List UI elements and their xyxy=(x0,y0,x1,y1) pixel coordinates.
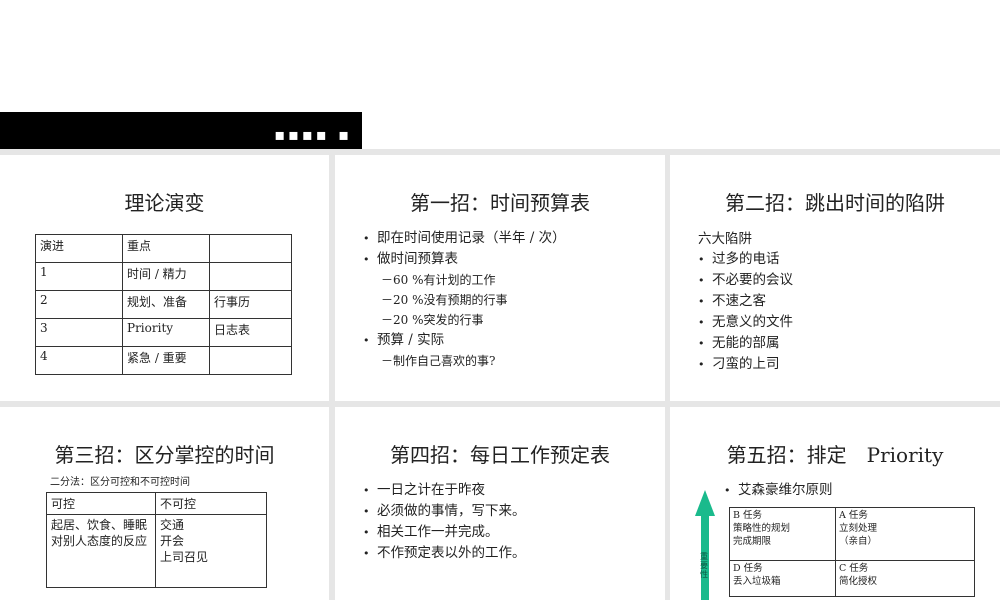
list-item: • 无意义的文件 xyxy=(698,314,793,330)
list-item: • 艾森豪维尔原则 xyxy=(724,482,833,498)
slide-title: 第三招：区分掌控的时间 xyxy=(54,443,275,467)
table-cell: 日志表 xyxy=(209,318,292,347)
bullet-list: • 艾森豪维尔原则 xyxy=(724,480,833,501)
list-item: • 不必要的会议 xyxy=(698,272,793,288)
list-item: • 不速之客 xyxy=(698,293,766,309)
importance-arrow-icon xyxy=(695,490,715,600)
table-cell: 紧急 / 重要 xyxy=(122,346,210,375)
table-cell: 行事历 xyxy=(209,290,292,319)
slide-theory-evolution[interactable]: 理论演变 演进 重点 1 时间 / 精力 2 规划、准备 行事历 3 Priority 日志表 4 紧… xyxy=(0,155,329,401)
header-white-area xyxy=(362,112,1000,149)
slide-time-budget[interactable]: 第一招：时间预算表 • 即在时间使用记录（半年 / 次） • 做时间预算表 －60 … xyxy=(335,155,665,401)
header-black-bar: ▪▪▪▪ ▪ xyxy=(0,112,362,149)
table-cell: 演进 xyxy=(35,234,123,263)
sub-item: －20 %没有预期的行事 xyxy=(381,293,508,307)
table-cell xyxy=(209,234,292,263)
traps-heading: 六大陷阱 xyxy=(698,231,752,247)
table-cell xyxy=(209,346,292,375)
controllable-cell: 起居、饮食、睡眠 对别人态度的反应 xyxy=(46,514,156,588)
table-cell: 规划、准备 xyxy=(122,290,210,319)
slide-time-traps[interactable]: 第二招：跳出时间的陷阱 六大陷阱 • 过多的电话 • 不必要的会议 • 不速之客 • 无意义的… xyxy=(670,155,1000,401)
slide-title: 第二招：跳出时间的陷阱 xyxy=(725,191,945,215)
list-item: • 无能的部属 xyxy=(698,335,780,351)
quadrant-c: C 任务 简化授权 xyxy=(839,563,878,587)
table-cell xyxy=(209,262,292,291)
list-item: • 刁蛮的上司 xyxy=(698,356,780,372)
slide-daily-schedule[interactable]: 第四招：每日工作预定表 • 一日之计在于昨夜 • 必须做的事情，写下来。 • 相关工作一并… xyxy=(335,407,665,600)
table-row: 1 时间 / 精力 xyxy=(35,262,292,291)
table-cell: 重点 xyxy=(122,234,210,263)
table-row: 演进 重点 xyxy=(35,234,292,263)
col-header-uncontrollable: 不可控 xyxy=(155,492,267,515)
table-cell: 2 xyxy=(35,290,123,319)
slide-title: 第五招：排定 Priority xyxy=(726,443,944,467)
quadrant-a: A 任务 立刻处理 （亲自） xyxy=(839,510,878,547)
quadrant-d: D 任务 丢入垃圾箱 xyxy=(733,563,781,587)
table-row: 4 紧急 / 重要 xyxy=(35,346,292,375)
top-blank-area xyxy=(0,0,1000,112)
table-cell: 3 xyxy=(35,318,123,347)
slide-controllable-time[interactable]: 第三招：区分掌控的时间 二分法：区分可控和不可控时间 可控 不可控 起居、饮食、… xyxy=(0,407,329,600)
evolution-table: 演进 重点 1 时间 / 精力 2 规划、准备 行事历 3 Priority 日志表 4 紧急 / 重… xyxy=(35,234,292,375)
table-cell: 时间 / 精力 xyxy=(122,262,210,291)
control-table: 可控 不可控 起居、饮食、睡眠 对别人态度的反应 交通 开会 上司召见 xyxy=(46,492,267,588)
list-item: • 即在时间使用记录（半年 / 次） xyxy=(363,230,566,246)
bullet-list: • 一日之计在于昨夜 • 必须做的事情，写下来。 • 相关工作一并完成。 • 不作预定表以外的… xyxy=(363,480,526,564)
bullet-list: • 即在时间使用记录（半年 / 次） • 做时间预算表 －60 %有计划的工作 －2… xyxy=(363,228,566,371)
slide-title: 第一招：时间预算表 xyxy=(410,191,590,215)
list-item: • 一日之计在于昨夜 xyxy=(363,482,485,498)
table-row: 3 Priority 日志表 xyxy=(35,318,292,347)
dichotomy-caption: 二分法：区分可控和不可控时间 xyxy=(50,477,190,488)
col-header-controllable: 可控 xyxy=(46,492,156,515)
quadrant-b: B 任务 策略性的规划 完成期限 xyxy=(733,510,791,547)
table-row: 2 规划、准备 行事历 xyxy=(35,290,292,319)
list-item: • 预算 / 实际 xyxy=(363,332,445,348)
table-cell: 4 xyxy=(35,346,123,375)
slide-title: 理论演变 xyxy=(124,191,205,215)
uncontrollable-cell: 交通 开会 上司召见 xyxy=(155,514,267,588)
eisenhower-matrix: B 任务 策略性的规划 完成期限 A 任务 立刻处理 （亲自） D 任务 丢入垃圾箱 C … xyxy=(729,507,975,597)
sub-item: －制作自己喜欢的事? xyxy=(381,354,496,368)
list-item: • 相关工作一并完成。 xyxy=(363,524,499,540)
trap-list: • 过多的电话 • 不必要的会议 • 不速之客 • 无意义的文件 • 无能的部属 • 刁蛮的上司 xyxy=(698,249,793,375)
sub-item: －60 %有计划的工作 xyxy=(381,273,496,287)
sub-item: －20 %突发的行事 xyxy=(381,313,484,327)
list-item: • 做时间预算表 xyxy=(363,251,458,267)
header-dots: ▪▪▪▪ ▪ xyxy=(274,125,352,144)
table-cell: Priority xyxy=(122,318,210,347)
list-item: • 必须做的事情，写下来。 xyxy=(363,503,526,519)
slide-priority[interactable]: 第五招：排定 Priority • 艾森豪维尔原则 重要性 B 任务 策略性的规划完… xyxy=(670,407,1000,600)
list-item: • 过多的电话 xyxy=(698,251,780,267)
arrow-label: 重要性 xyxy=(700,552,708,579)
list-item: • 不作预定表以外的工作。 xyxy=(363,545,526,561)
table-cell: 1 xyxy=(35,262,123,291)
slide-title: 第四招：每日工作预定表 xyxy=(390,443,610,467)
